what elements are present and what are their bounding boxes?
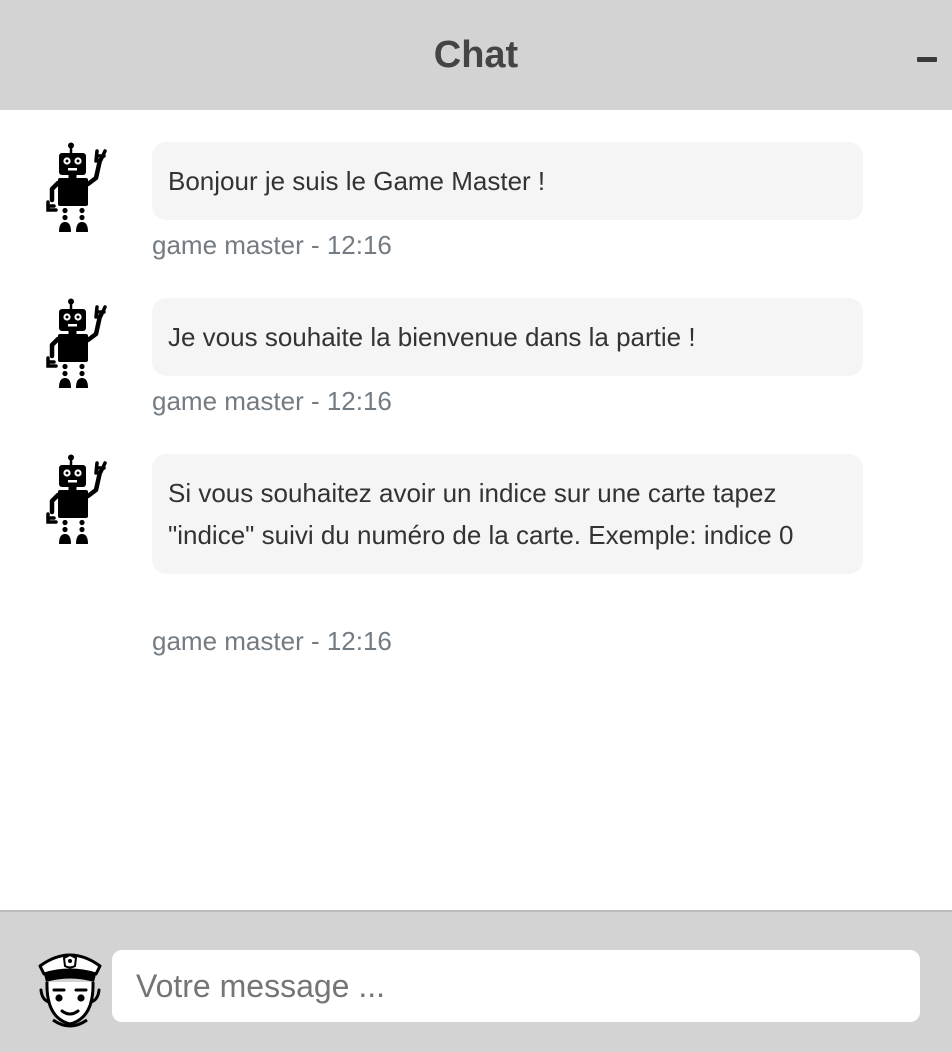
message-bubble: Bonjour je suis le Game Master ! — [152, 142, 863, 220]
message-meta: game master - 12:16 — [152, 230, 392, 260]
message-meta: game master - 12:16 — [152, 626, 392, 656]
message-meta: game master - 12:16 — [152, 386, 392, 416]
robot-icon — [44, 298, 110, 390]
robot-icon — [44, 454, 110, 546]
minimize-button[interactable] — [916, 48, 938, 70]
robot-icon — [44, 142, 110, 234]
police-officer-icon — [36, 946, 104, 1028]
message-bubble: Je vous souhaite la bienvenue dans la pa… — [152, 298, 863, 376]
chat-header: Chat — [0, 0, 952, 110]
message-input[interactable] — [112, 950, 920, 1022]
message-bubble: Si vous souhaitez avoir un indice sur un… — [152, 454, 863, 574]
minus-icon — [917, 56, 937, 62]
message-composer — [0, 910, 952, 1052]
chat-title: Chat — [433, 33, 519, 76]
message-list[interactable]: Bonjour je suis le Game Master ! game ma… — [0, 110, 952, 910]
